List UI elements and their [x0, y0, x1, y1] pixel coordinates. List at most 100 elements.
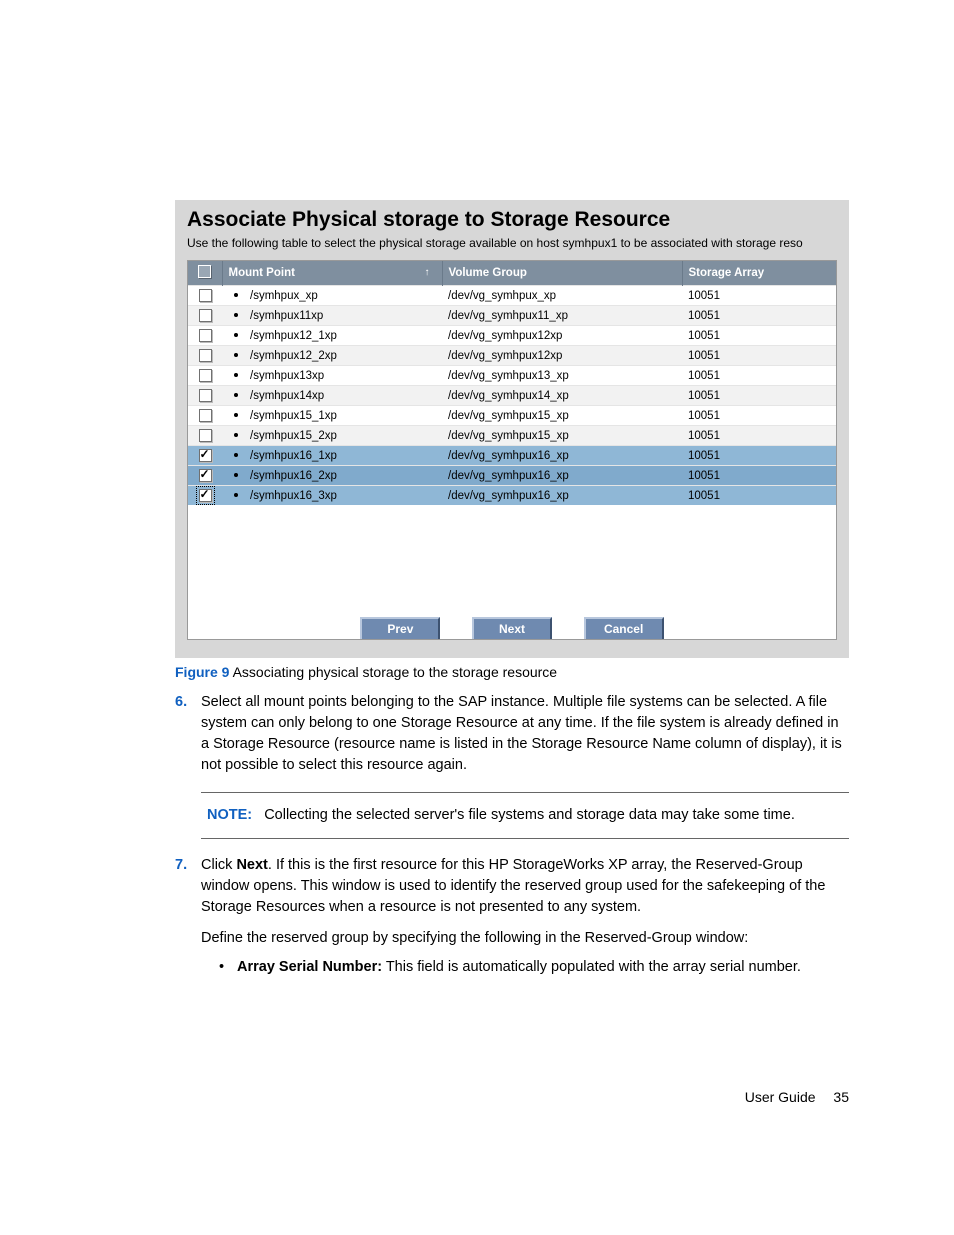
mount-point-cell: /symhpux11xp [222, 306, 442, 326]
storage-table-container: Mount Point ↑ Volume Group Storage Array… [187, 260, 837, 640]
mount-point-cell: /symhpux_xp [222, 286, 442, 306]
bullet-rest: This field is automatically populated wi… [382, 959, 801, 975]
bullet-icon [234, 373, 238, 377]
header-mount-point[interactable]: Mount Point ↑ [222, 261, 442, 286]
mount-point-cell: /symhpux15_2xp [222, 426, 442, 446]
step-6-text: Select all mount points belonging to the… [201, 694, 842, 773]
header-storage-array[interactable]: Storage Array [682, 261, 836, 286]
step-7-bold: Next [236, 857, 267, 873]
bullet-icon [234, 313, 238, 317]
table-row[interactable]: /symhpux16_3xp/dev/vg_symhpux16_xp10051 [188, 486, 836, 506]
checkbox-cell[interactable] [188, 286, 222, 306]
row-checkbox[interactable] [199, 329, 212, 342]
mount-point-cell: /symhpux13xp [222, 366, 442, 386]
prev-button[interactable]: Prev [360, 617, 440, 640]
bullet-icon [234, 413, 238, 417]
storage-array-cell: 10051 [682, 446, 836, 466]
bullet-icon [234, 393, 238, 397]
table-row[interactable]: /symhpux11xp/dev/vg_symhpux11_xp10051 [188, 306, 836, 326]
table-row[interactable]: /symhpux12_1xp/dev/vg_symhpux12xp10051 [188, 326, 836, 346]
step-7-lead: Click [201, 857, 236, 873]
step-7-define: Define the reserved group by specifying … [201, 928, 849, 949]
checkbox-cell[interactable] [188, 406, 222, 426]
volume-group-cell: /dev/vg_symhpux16_xp [442, 466, 682, 486]
row-checkbox[interactable] [199, 409, 212, 422]
footer-title: User Guide [745, 1089, 816, 1105]
row-checkbox[interactable] [199, 389, 212, 402]
note-label: NOTE: [207, 807, 252, 823]
checkbox-cell[interactable] [188, 486, 222, 506]
mount-point-cell: /symhpux12_2xp [222, 346, 442, 366]
header-select-all[interactable] [188, 261, 222, 286]
next-button[interactable]: Next [472, 617, 552, 640]
volume-group-cell: /dev/vg_symhpux15_xp [442, 426, 682, 446]
storage-array-cell: 10051 [682, 306, 836, 326]
storage-array-cell: 10051 [682, 486, 836, 506]
cancel-button[interactable]: Cancel [584, 617, 664, 640]
bullet-icon [234, 333, 238, 337]
bullet-icon [234, 493, 238, 497]
storage-array-cell: 10051 [682, 406, 836, 426]
header-volume-group[interactable]: Volume Group [442, 261, 682, 286]
storage-array-cell: 10051 [682, 386, 836, 406]
row-checkbox[interactable] [199, 429, 212, 442]
volume-group-cell: /dev/vg_symhpux16_xp [442, 486, 682, 506]
table-row[interactable]: /symhpux16_2xp/dev/vg_symhpux16_xp10051 [188, 466, 836, 486]
volume-group-cell: /dev/vg_symhpux14_xp [442, 386, 682, 406]
row-checkbox[interactable] [199, 469, 212, 482]
bullet-icon [234, 453, 238, 457]
dialog-title: Associate Physical storage to Storage Re… [175, 200, 849, 236]
storage-array-cell: 10051 [682, 286, 836, 306]
volume-group-cell: /dev/vg_symhpux13_xp [442, 366, 682, 386]
bullet-bold: Array Serial Number: [237, 959, 382, 975]
note-box: NOTE: Collecting the selected server's f… [201, 792, 849, 839]
volume-group-cell: /dev/vg_symhpux16_xp [442, 446, 682, 466]
bullet-icon [234, 293, 238, 297]
checkbox-cell[interactable] [188, 426, 222, 446]
mount-point-cell: /symhpux12_1xp [222, 326, 442, 346]
dialog-screenshot: Associate Physical storage to Storage Re… [175, 200, 849, 658]
checkbox-cell[interactable] [188, 466, 222, 486]
table-row[interactable]: /symhpux15_1xp/dev/vg_symhpux15_xp10051 [188, 406, 836, 426]
volume-group-cell: /dev/vg_symhpux_xp [442, 286, 682, 306]
step-7: 7. Click Next. If this is the first reso… [175, 855, 849, 978]
figure-label: Figure 9 [175, 664, 229, 680]
row-checkbox[interactable] [199, 349, 212, 362]
checkbox-cell[interactable] [188, 346, 222, 366]
checkbox-cell[interactable] [188, 446, 222, 466]
table-row[interactable]: /symhpux16_1xp/dev/vg_symhpux16_xp10051 [188, 446, 836, 466]
bullet-array-serial: Array Serial Number: This field is autom… [219, 957, 849, 978]
checkbox-cell[interactable] [188, 306, 222, 326]
mount-point-cell: /symhpux15_1xp [222, 406, 442, 426]
table-row[interactable]: /symhpux12_2xp/dev/vg_symhpux12xp10051 [188, 346, 836, 366]
checkbox-cell[interactable] [188, 386, 222, 406]
table-row[interactable]: /symhpux_xp/dev/vg_symhpux_xp10051 [188, 286, 836, 306]
table-row[interactable]: /symhpux13xp/dev/vg_symhpux13_xp10051 [188, 366, 836, 386]
step-7-rest: . If this is the first resource for this… [201, 857, 825, 915]
mount-point-cell: /symhpux16_1xp [222, 446, 442, 466]
step-number: 6. [175, 692, 187, 713]
table-row[interactable]: /symhpux14xp/dev/vg_symhpux14_xp10051 [188, 386, 836, 406]
storage-table: Mount Point ↑ Volume Group Storage Array… [188, 261, 836, 505]
mount-point-cell: /symhpux16_2xp [222, 466, 442, 486]
row-checkbox[interactable] [199, 309, 212, 322]
select-all-checkbox-icon [198, 265, 211, 278]
step-6: 6. Select all mount points belonging to … [175, 692, 849, 776]
row-checkbox[interactable] [199, 369, 212, 382]
bullet-icon [234, 433, 238, 437]
checkbox-cell[interactable] [188, 366, 222, 386]
dialog-subtitle: Use the following table to select the ph… [175, 236, 849, 260]
page-footer: User Guide 35 [745, 1089, 849, 1105]
sort-ascending-icon: ↑ [425, 267, 430, 278]
row-checkbox[interactable] [199, 489, 212, 502]
figure-caption: Figure 9 Associating physical storage to… [175, 664, 849, 680]
footer-page-number: 35 [833, 1089, 849, 1105]
mount-point-cell: /symhpux16_3xp [222, 486, 442, 506]
checkbox-cell[interactable] [188, 326, 222, 346]
row-checkbox[interactable] [199, 449, 212, 462]
figure-caption-text: Associating physical storage to the stor… [229, 664, 557, 680]
bullet-icon [234, 353, 238, 357]
storage-array-cell: 10051 [682, 366, 836, 386]
table-row[interactable]: /symhpux15_2xp/dev/vg_symhpux15_xp10051 [188, 426, 836, 446]
row-checkbox[interactable] [199, 289, 212, 302]
